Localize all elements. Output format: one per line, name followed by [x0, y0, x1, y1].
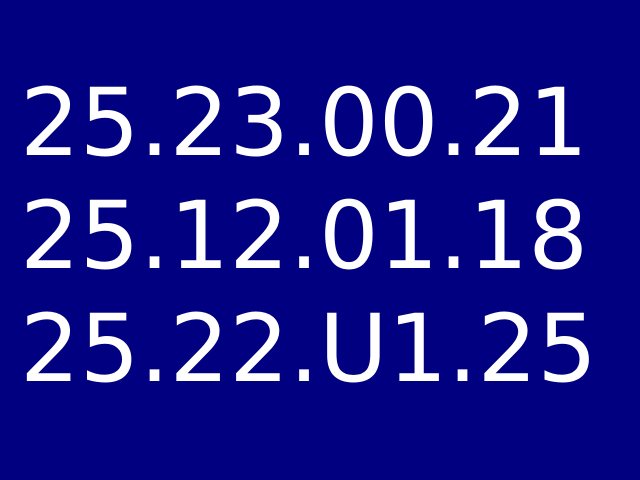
- code-display-screen: 25.23.00.21 25.12.01.18 25.22.U1.25: [0, 0, 640, 480]
- code-line-1: 25.23.00.21: [20, 69, 589, 178]
- code-line-3: 25.22.U1.25: [20, 295, 598, 404]
- code-line-2: 25.12.01.18: [20, 182, 589, 291]
